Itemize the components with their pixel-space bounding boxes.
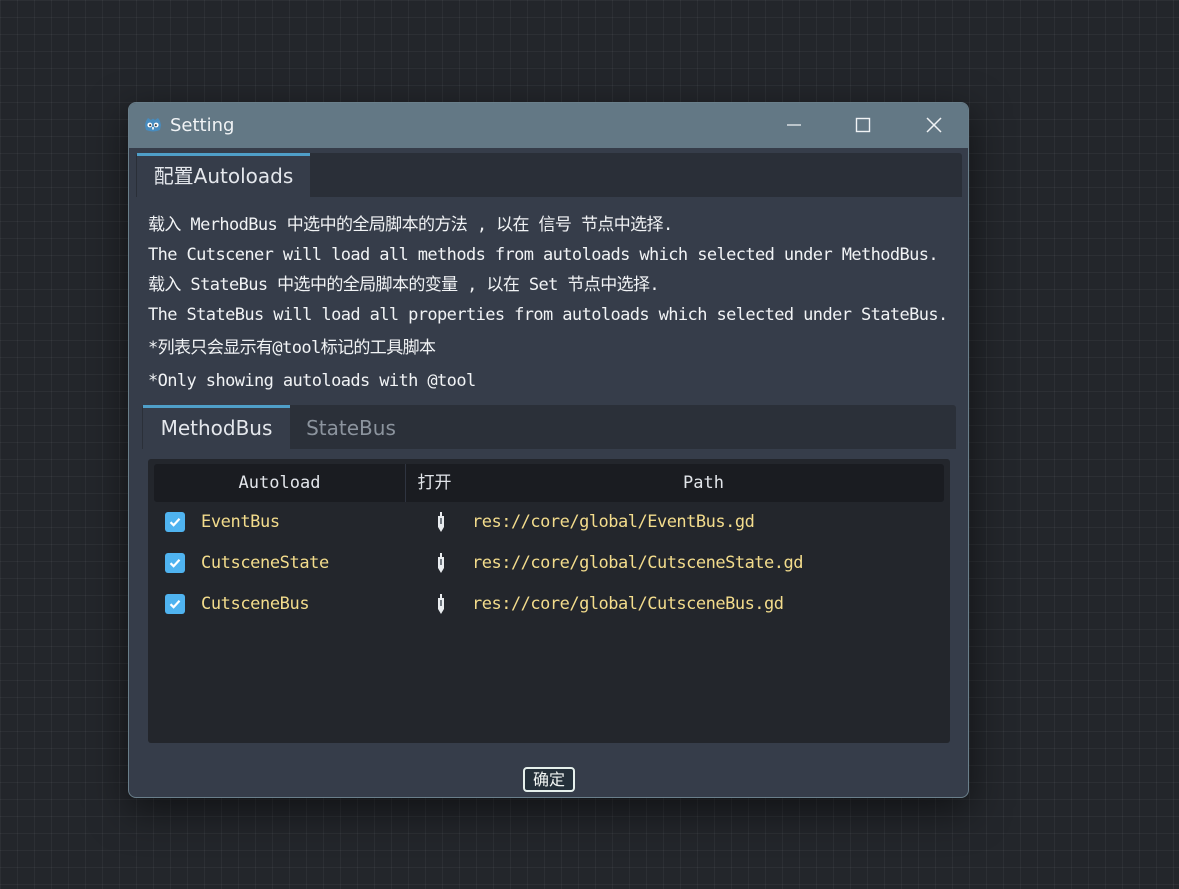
table-row[interactable]: CutsceneBus res://core/global/CutsceneBu… bbox=[154, 584, 944, 625]
autoload-checkbox[interactable] bbox=[165, 594, 185, 614]
autoload-checkbox[interactable] bbox=[165, 512, 185, 532]
tab-statebus[interactable]: StateBus bbox=[290, 405, 412, 449]
tree-header: Autoload 打开 Path bbox=[154, 464, 944, 502]
info-line: 载入 StateBus 中选中的全局脚本的变量 , 以在 Set 节点中选择. bbox=[148, 275, 660, 295]
edit-script-icon bbox=[438, 553, 444, 573]
autoload-name: CutsceneBus bbox=[201, 594, 310, 614]
maximize-button[interactable] bbox=[843, 109, 883, 141]
autoload-checkbox[interactable] bbox=[165, 553, 185, 573]
info-line: The Cutscener will load all methods from… bbox=[148, 245, 939, 265]
table-row[interactable]: EventBus res://core/global/EventBus.gd bbox=[154, 502, 944, 543]
autoload-path: res://core/global/CutsceneState.gd bbox=[472, 553, 804, 573]
godot-icon bbox=[145, 118, 161, 132]
autoload-name: EventBus bbox=[201, 512, 280, 532]
table-row[interactable]: CutsceneState res://core/global/Cutscene… bbox=[154, 543, 944, 584]
outer-tab-bar: 配置Autoloads bbox=[136, 153, 962, 197]
edit-script-icon bbox=[438, 512, 444, 532]
open-script-button[interactable] bbox=[432, 592, 450, 616]
bus-tab-bar: MethodBus StateBus bbox=[142, 405, 956, 449]
tab-methodbus[interactable]: MethodBus bbox=[143, 405, 290, 449]
column-header-path[interactable]: Path bbox=[463, 464, 944, 502]
info-text-block: 载入 MerhodBus 中选中的全局脚本的方法 , 以在 信号 节点中选择. … bbox=[148, 210, 958, 396]
minimize-icon bbox=[787, 124, 801, 126]
title-bar[interactable]: Setting bbox=[129, 103, 968, 148]
column-header-autoload[interactable]: Autoload bbox=[154, 464, 406, 502]
info-line: The StateBus will load all properties fr… bbox=[148, 305, 948, 325]
window-content: 配置Autoloads 载入 MerhodBus 中选中的全局脚本的方法 , 以… bbox=[129, 148, 968, 797]
autoload-tree[interactable]: Autoload 打开 Path EventBus res://core/glo… bbox=[148, 459, 950, 743]
autoload-path: res://core/global/EventBus.gd bbox=[472, 512, 755, 532]
checkmark-icon bbox=[169, 600, 181, 609]
autoload-path: res://core/global/CutsceneBus.gd bbox=[472, 594, 784, 614]
window-title: Setting bbox=[170, 115, 235, 136]
column-header-open[interactable]: 打开 bbox=[406, 464, 463, 502]
confirm-button[interactable]: 确定 bbox=[523, 767, 575, 792]
close-icon bbox=[926, 117, 942, 133]
info-line: 载入 MerhodBus 中选中的全局脚本的方法 , 以在 信号 节点中选择. bbox=[148, 215, 673, 235]
open-script-button[interactable] bbox=[432, 551, 450, 575]
autoload-name: CutsceneState bbox=[201, 553, 329, 573]
checkmark-icon bbox=[169, 559, 181, 568]
tab-configure-autoloads[interactable]: 配置Autoloads bbox=[137, 153, 310, 197]
minimize-button[interactable] bbox=[774, 109, 814, 141]
open-script-button[interactable] bbox=[432, 510, 450, 534]
setting-window: Setting 配置Autoloads 载入 MerhodBus 中选中的全局脚… bbox=[128, 102, 969, 798]
info-line: *Only showing autoloads with @tool bbox=[148, 371, 476, 391]
maximize-icon bbox=[855, 117, 871, 133]
info-line: *列表只会显示有@tool标记的工具脚本 bbox=[148, 338, 436, 358]
checkmark-icon bbox=[169, 518, 181, 527]
edit-script-icon bbox=[438, 594, 444, 614]
close-button[interactable] bbox=[914, 109, 954, 141]
